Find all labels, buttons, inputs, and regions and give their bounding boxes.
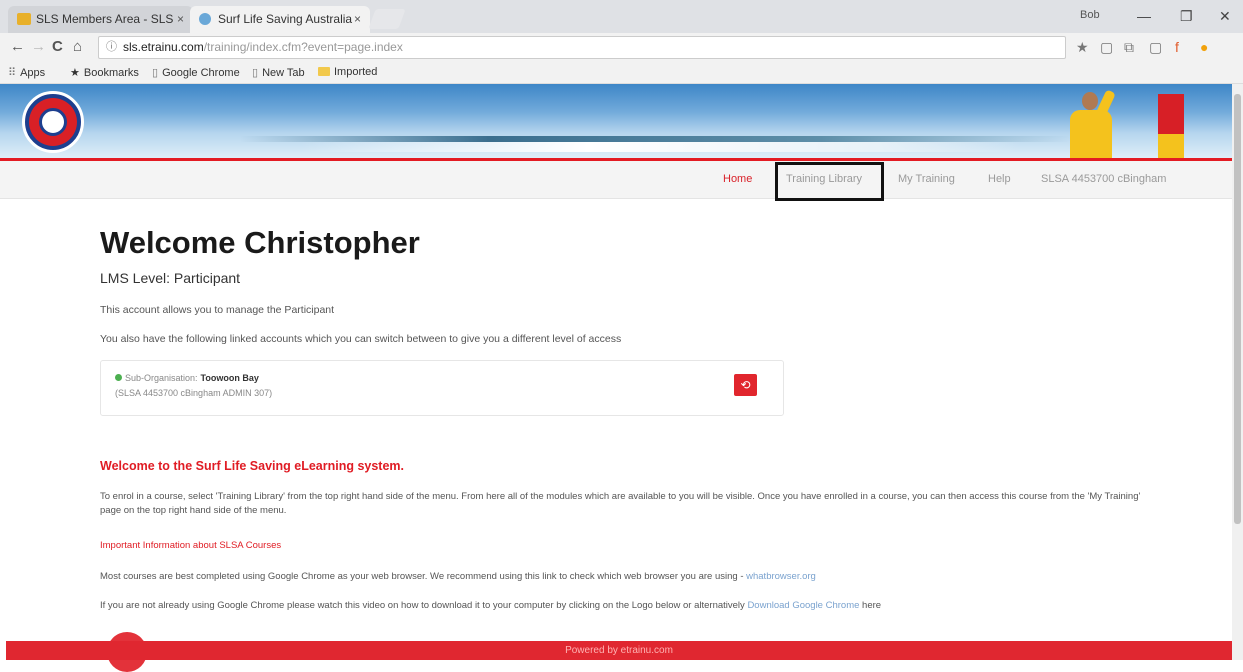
back-arrow-icon[interactable]: ← <box>10 38 25 55</box>
address-bar[interactable]: ⓘ sls.etrainu.com/training/index.cfm?eve… <box>98 36 1066 59</box>
chrome-instructions: If you are not already using Google Chro… <box>100 600 881 611</box>
lifeguard-head <box>1082 92 1098 110</box>
browser-recommendation: Most courses are best completed using Go… <box>100 571 816 582</box>
lifeguard-image <box>1066 89 1118 158</box>
lifeguard-body <box>1070 110 1112 158</box>
bookmark-label: Bookmarks <box>83 67 139 79</box>
extension-icon[interactable]: ● <box>1200 39 1208 55</box>
account-detail: (SLSA 4453700 cBingham ADMIN 307) <box>115 388 273 398</box>
nav-help[interactable]: Help <box>988 173 1011 185</box>
switch-account-button[interactable]: ⟲ <box>734 374 757 396</box>
star-icon: ★ <box>70 67 80 79</box>
chrome-text-end: here <box>859 600 882 611</box>
url-host: sls.etrainu.com <box>123 40 204 54</box>
extension-icon[interactable]: ⧉ <box>1124 39 1134 56</box>
banner-foam <box>300 142 1020 152</box>
site-banner <box>0 84 1232 158</box>
bookmark-imported[interactable]: Imported <box>318 66 377 78</box>
nav-my-training[interactable]: My Training <box>898 173 955 185</box>
surf-life-saving-logo[interactable] <box>22 91 84 153</box>
bookmark-label: Google Chrome <box>162 67 240 79</box>
bookmark-apps[interactable]: ⠿ Apps <box>8 66 45 79</box>
bookmarks-bar: ⠿ Apps ★ Bookmarks ▯ Google Chrome ▯ New Tab… <box>0 62 1243 84</box>
logo-core <box>39 108 67 136</box>
linked-accounts-description: You also have the following linked accou… <box>100 333 622 345</box>
bookmark-label: Imported <box>334 66 378 78</box>
enrol-instructions: To enrol in a course, select 'Training L… <box>100 491 1141 516</box>
page-footer: Powered by etrainu.com <box>6 641 1232 660</box>
close-window-icon[interactable]: ✕ <box>1219 8 1231 25</box>
extension-icon[interactable]: ▢ <box>1100 39 1113 56</box>
account-description: This account allows you to manage the Pa… <box>100 304 335 316</box>
site-info-icon[interactable]: ⓘ <box>106 37 117 58</box>
new-tab-button[interactable] <box>368 9 406 29</box>
highlight-box <box>775 162 884 201</box>
url-path: /training/index.cfm?event=page.index <box>203 40 403 54</box>
browser-tab-surf-life-saving[interactable]: Surf Life Saving Australia × <box>190 6 370 33</box>
browser-toolbar: ← → C ⌂ ⓘ sls.etrainu.com/training/index… <box>0 33 1243 62</box>
browser-tab-strip: SLS Members Area - SLS × Surf Life Savin… <box>0 0 1243 33</box>
browser-text: Most courses are best completed using Go… <box>100 571 747 582</box>
minimize-icon[interactable]: — <box>1137 8 1151 24</box>
bookmark-star-icon[interactable]: ★ <box>1076 39 1089 56</box>
whatbrowser-link[interactable]: whatbrowser.org <box>746 571 816 582</box>
tab-title: SLS Members Area - SLS <box>36 12 174 26</box>
apps-grid-icon: ⠿ <box>8 67 17 79</box>
bookmark-bookmarks[interactable]: ★ Bookmarks <box>70 66 139 79</box>
home-icon[interactable]: ⌂ <box>73 38 82 55</box>
chrome-text: If you are not already using Google Chro… <box>100 600 748 611</box>
extension-icon[interactable]: ▢ <box>1149 39 1162 56</box>
folder-icon <box>318 67 330 76</box>
tab-close-icon[interactable]: × <box>177 6 184 33</box>
forward-arrow-icon[interactable]: → <box>31 38 46 55</box>
reload-icon[interactable]: C <box>52 38 63 55</box>
sls-favicon-icon <box>17 13 31 25</box>
loading-favicon-icon <box>199 13 211 25</box>
page-scrollbar[interactable] <box>1232 84 1243 660</box>
status-dot-icon <box>115 374 122 381</box>
browser-tab-sls-members[interactable]: SLS Members Area - SLS × <box>8 6 193 33</box>
patrol-flag-image <box>1158 94 1184 158</box>
browser-user-chip[interactable]: Bob <box>1080 9 1100 21</box>
account-type-line: Sub-Organisation: Toowoon Bay <box>115 373 259 383</box>
main-nav: Home Training Library My Training Help S… <box>0 161 1232 199</box>
bookmark-label: Apps <box>20 67 46 79</box>
page-icon: ▯ <box>252 67 259 79</box>
bookmark-label: New Tab <box>262 67 305 79</box>
linked-account-card: Sub-Organisation: Toowoon Bay (SLSA 44537… <box>100 360 784 416</box>
account-org: Toowoon Bay <box>200 373 259 383</box>
flag-yellow <box>1158 134 1184 158</box>
scrollbar-thumb[interactable] <box>1234 94 1241 524</box>
tab-title: Surf Life Saving Australia <box>218 12 353 26</box>
tab-close-icon[interactable]: × <box>354 6 361 33</box>
page-icon: ▯ <box>152 67 159 79</box>
bookmark-new-tab[interactable]: ▯ New Tab <box>252 66 305 79</box>
account-type: Sub-Organisation: <box>125 373 198 383</box>
download-chrome-link[interactable]: Download Google Chrome <box>747 600 859 611</box>
bookmark-google-chrome[interactable]: ▯ Google Chrome <box>152 66 240 79</box>
page-title: Welcome Christopher <box>100 225 420 260</box>
extension-icon[interactable]: f <box>1175 39 1179 55</box>
maximize-icon[interactable]: ❐ <box>1180 8 1193 25</box>
lms-level: LMS Level: Participant <box>100 270 241 286</box>
nav-home[interactable]: Home <box>723 173 752 185</box>
elearning-heading: Welcome to the Surf Life Saving eLearnin… <box>100 459 405 473</box>
nav-user-account[interactable]: SLSA 4453700 cBingham <box>1041 173 1166 185</box>
flag-red <box>1158 94 1184 134</box>
important-info-link[interactable]: Important Information about SLSA Courses <box>100 540 281 551</box>
